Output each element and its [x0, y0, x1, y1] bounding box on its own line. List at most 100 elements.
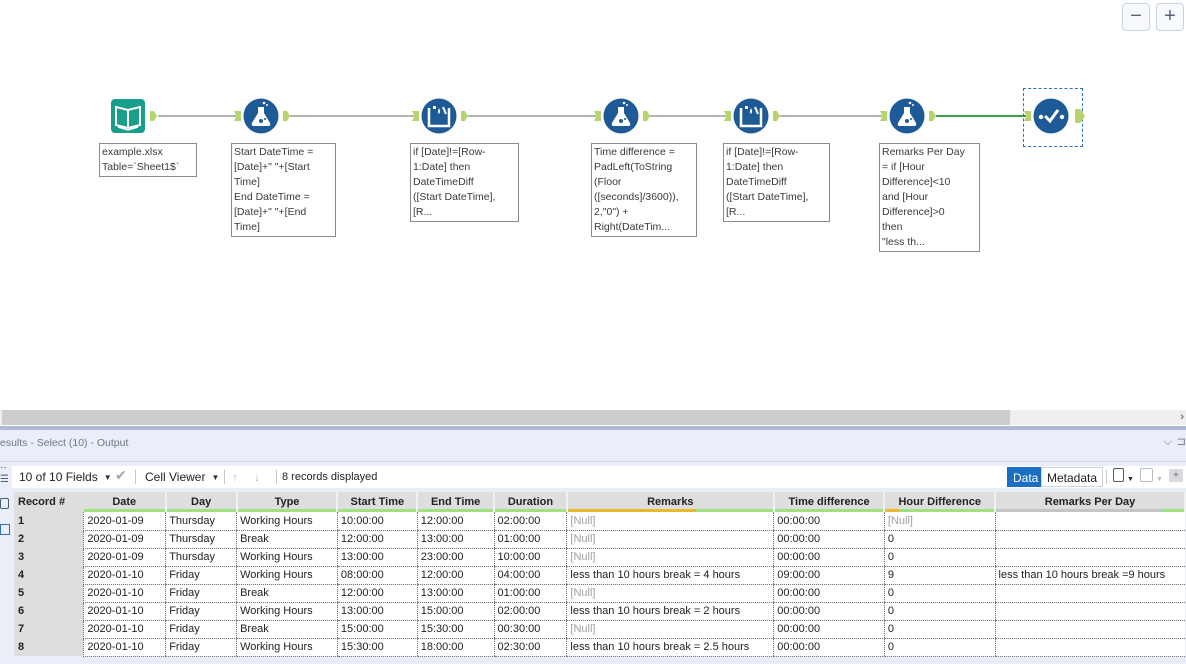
table-row[interactable]: 1 2020-01-09 Thursday Working Hours 10:00:00…	[14, 512, 1185, 531]
save-icon[interactable]	[1140, 468, 1153, 482]
table-cell[interactable]: Thursday	[165, 530, 237, 549]
table-cell[interactable]: Working Hours	[236, 602, 338, 621]
list-view-icon[interactable]: ☰	[0, 474, 10, 486]
table-cell[interactable]: 12:00:00	[416, 512, 495, 531]
select-tool[interactable]	[1033, 98, 1069, 134]
table-cell[interactable]: 00:00:00	[773, 620, 885, 639]
column-header[interactable]: Day	[165, 492, 238, 512]
tab-data[interactable]: Data	[1007, 467, 1045, 487]
table-cell[interactable]: 13:00:00	[336, 548, 418, 567]
table-cell[interactable]: [Null]	[566, 620, 774, 639]
table-cell[interactable]: [Null]	[883, 512, 996, 531]
column-header[interactable]: Remarks	[566, 492, 775, 512]
table-cell[interactable]: Thursday	[165, 512, 237, 531]
table-cell[interactable]: 02:00:00	[493, 602, 567, 621]
scroll-right-arrow-icon[interactable]: ›	[1180, 410, 1184, 425]
column-header[interactable]: Time difference	[773, 492, 886, 512]
record-number-cell[interactable]: 3	[14, 548, 84, 566]
caret-down-icon[interactable]: ▼	[1127, 472, 1134, 488]
table-row[interactable]: 2 2020-01-09 Thursday Break 12:00:00 13:00:00…	[14, 530, 1185, 549]
table-cell[interactable]: 12:00:00	[416, 566, 495, 585]
table-cell[interactable]: 10:00:00	[493, 548, 567, 567]
table-cell[interactable]: 2020-01-09	[83, 530, 166, 549]
table-cell[interactable]	[994, 620, 1185, 639]
table-cell[interactable]: 2020-01-10	[83, 584, 166, 603]
multi-row-formula-tool[interactable]	[733, 98, 769, 134]
table-cell[interactable]	[994, 638, 1185, 657]
table-cell[interactable]: less than 10 hours break = 4 hours	[566, 566, 774, 585]
table-cell[interactable]: Working Hours	[236, 548, 338, 567]
table-cell[interactable]	[994, 548, 1185, 567]
record-number-cell[interactable]: 7	[14, 620, 84, 638]
table-cell[interactable]: 13:00:00	[336, 602, 418, 621]
table-cell[interactable]: 2020-01-09	[83, 512, 166, 531]
table-row[interactable]: 3 2020-01-09 Thursday Working Hours 13:00:00…	[14, 548, 1185, 567]
tab-metadata[interactable]: Metadata	[1041, 467, 1104, 487]
table-cell[interactable]: Working Hours	[236, 512, 338, 531]
table-cell[interactable]: 00:00:00	[773, 530, 885, 549]
table-cell[interactable]: Working Hours	[236, 566, 338, 585]
table-cell[interactable]: Break	[236, 530, 338, 549]
table-cell[interactable]: Friday	[165, 584, 237, 603]
table-cell[interactable]: 09:00:00	[773, 566, 885, 585]
chevron-down-icon[interactable]: ⌵	[1164, 436, 1172, 449]
scrollbar-thumb[interactable]	[2, 410, 1010, 425]
workflow-canvas[interactable]: − + example.xlsx Table=`Sheet1$` Start D…	[0, 0, 1186, 410]
arrow-up-icon[interactable]: ↑	[232, 469, 238, 485]
table-cell[interactable]: 15:00:00	[336, 620, 418, 639]
fields-dropdown[interactable]: 10 of 10 Fields ▼	[19, 469, 112, 486]
caret-down-icon[interactable]: ▼	[1156, 472, 1163, 488]
pin-icon[interactable]: ⊐	[1177, 435, 1186, 448]
table-cell[interactable]: Friday	[165, 620, 237, 639]
table-cell[interactable]	[994, 602, 1185, 621]
table-row[interactable]: 7 2020-01-10 Friday Break 15:00:00 15:30:00 00…	[14, 620, 1185, 639]
table-cell[interactable]: Thursday	[165, 548, 237, 567]
table-cell[interactable]	[994, 584, 1185, 603]
table-cell[interactable]: 0	[883, 620, 996, 639]
table-cell[interactable]: 2020-01-10	[83, 638, 166, 657]
table-cell[interactable]: 0	[883, 584, 996, 603]
table-cell[interactable]: Friday	[165, 602, 237, 621]
table-cell[interactable]: 00:00:00	[773, 602, 885, 621]
input-data-tool[interactable]	[110, 98, 146, 134]
table-cell[interactable]: 2020-01-10	[83, 620, 166, 639]
clipboard-icon[interactable]	[1113, 468, 1124, 482]
table-cell[interactable]: [Null]	[566, 548, 774, 567]
column-header[interactable]: Start Time	[337, 492, 419, 512]
table-cell[interactable]: 00:00:00	[773, 638, 885, 657]
table-cell[interactable]: 2020-01-10	[83, 566, 166, 585]
record-number-cell[interactable]: 1	[14, 512, 84, 530]
table-cell[interactable]: 2020-01-09	[83, 548, 166, 567]
table-cell[interactable]: 2020-01-10	[83, 602, 166, 621]
table-cell[interactable]: 04:00:00	[493, 566, 567, 585]
table-cell[interactable]: [Null]	[566, 512, 774, 531]
table-cell[interactable]: 0	[883, 548, 996, 567]
formula-tool[interactable]	[889, 98, 925, 134]
table-cell[interactable]: 12:00:00	[336, 530, 418, 549]
table-cell[interactable]: Working Hours	[236, 638, 338, 657]
table-cell[interactable]: 02:00:00	[493, 512, 567, 531]
table-cell[interactable]: 00:30:00	[493, 620, 567, 639]
table-cell[interactable]	[994, 512, 1185, 531]
record-number-cell[interactable]: 2	[14, 530, 84, 548]
cell-viewer-dropdown[interactable]: Cell Viewer ▼	[145, 469, 219, 486]
column-header[interactable]: End Time	[417, 492, 496, 512]
more-icon[interactable]: ··	[0, 462, 10, 474]
record-number-cell[interactable]: 6	[14, 602, 84, 620]
table-cell[interactable]: 23:00:00	[416, 548, 495, 567]
formula-tool[interactable]	[243, 98, 279, 134]
table-cell[interactable]: 08:00:00	[336, 566, 418, 585]
table-cell[interactable]: less than 10 hours break = 2.5 hours	[566, 638, 774, 657]
column-header[interactable]: Hour Difference	[884, 492, 997, 512]
arrow-down-icon[interactable]: ↓	[254, 469, 260, 485]
table-cell[interactable]: 02:30:00	[493, 638, 567, 657]
table-row[interactable]: 5 2020-01-10 Friday Break 12:00:00 13:00:00 01…	[14, 584, 1185, 603]
column-header[interactable]: Date	[83, 492, 167, 512]
canvas-horizontal-scrollbar[interactable]: ›	[0, 410, 1186, 425]
table-cell[interactable]: 0	[883, 530, 996, 549]
table-cell[interactable]: 13:00:00	[416, 530, 495, 549]
table-cell[interactable]: Friday	[165, 638, 237, 657]
table-cell[interactable]: 15:30:00	[416, 620, 495, 639]
table-cell[interactable]: 15:30:00	[336, 638, 418, 657]
table-cell[interactable]: Break	[236, 620, 338, 639]
